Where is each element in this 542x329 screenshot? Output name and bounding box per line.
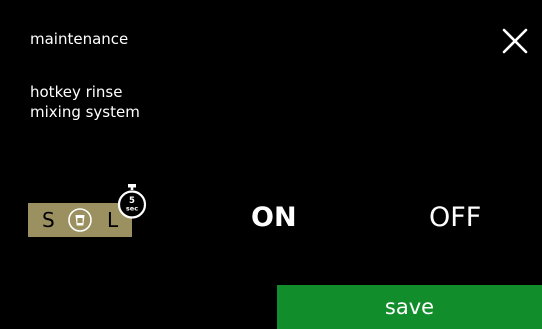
setting-subtitle: hotkey rinse mixing system bbox=[30, 82, 140, 122]
cup-icon bbox=[68, 208, 92, 232]
off-option[interactable]: OFF bbox=[429, 200, 481, 236]
save-button[interactable]: save bbox=[277, 285, 542, 329]
on-option[interactable]: ON bbox=[251, 200, 297, 236]
page-title: maintenance bbox=[30, 30, 129, 48]
close-icon[interactable] bbox=[502, 28, 528, 54]
stopwatch-icon: 5 sec bbox=[117, 184, 147, 219]
subtitle-line-1: hotkey rinse bbox=[30, 83, 123, 101]
subtitle-line-2: mixing system bbox=[30, 103, 140, 121]
timer-unit: sec bbox=[126, 205, 138, 213]
hotkey-small-label: S bbox=[42, 208, 55, 232]
